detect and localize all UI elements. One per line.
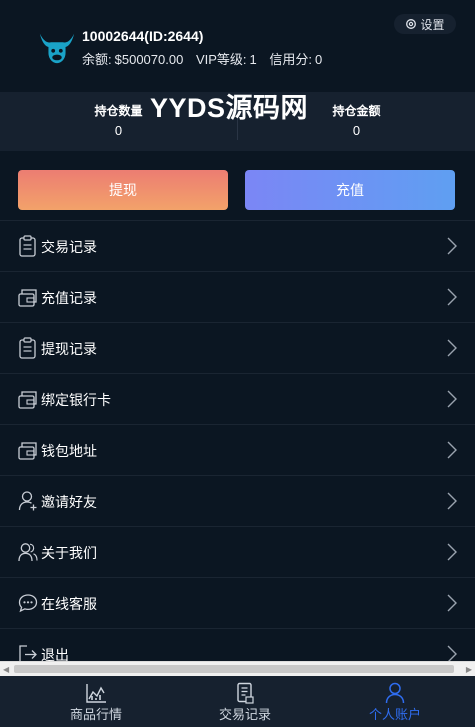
menu-item-recharge-records[interactable]: 充值记录	[0, 271, 475, 322]
settings-button[interactable]: 设置	[394, 14, 456, 34]
vip-value: 1	[249, 52, 257, 67]
tab-market[interactable]: 商品行情	[17, 676, 175, 727]
menu-item-trade-records[interactable]: 交易记录	[0, 220, 475, 271]
menu-item-logout[interactable]: 退出	[0, 628, 475, 661]
wallet-icon	[18, 442, 37, 460]
settings-label: 设置	[420, 17, 445, 32]
chat-icon	[18, 594, 38, 613]
users-icon	[18, 543, 38, 562]
scroll-right-icon[interactable]: ▶	[466, 665, 472, 674]
menu-item-about-us[interactable]: 关于我们	[0, 526, 475, 577]
chart-icon	[86, 684, 106, 703]
menu-item-bind-bank-card[interactable]: 绑定银行卡	[0, 373, 475, 424]
menu-item-label: 邀请好友	[41, 494, 97, 510]
clipboard-icon	[19, 235, 36, 257]
tab-personal-account[interactable]: 个人账户	[316, 676, 474, 727]
balance-label: 余额: $500070.00	[82, 52, 184, 67]
position-amount-value: 0	[352, 123, 361, 138]
balance-value: $500070.00	[114, 52, 184, 67]
menu-item-label: 提现记录	[41, 341, 97, 357]
bull-logo-icon	[39, 33, 75, 64]
wallet-icon	[18, 289, 37, 307]
menu-item-withdraw-records[interactable]: 提现记录	[0, 322, 475, 373]
user-add-icon	[18, 491, 37, 511]
chevron-right-icon	[447, 543, 457, 561]
account-header: 10002644(ID:2644) 余额: $500070.00 VIP等级: 1 …	[0, 0, 475, 92]
menu-item-label: 钱包地址	[41, 443, 97, 459]
withdraw-button[interactable]: 提现	[18, 170, 228, 210]
chevron-right-icon	[447, 594, 457, 612]
tab-trade-records[interactable]: 交易记录	[166, 676, 324, 727]
chevron-right-icon	[447, 339, 457, 357]
menu-item-label: 绑定银行卡	[41, 392, 111, 408]
horizontal-scrollbar[interactable]: ◀ ▶	[0, 661, 475, 676]
gear-icon	[406, 19, 417, 29]
menu-item-wallet-address[interactable]: 钱包地址	[0, 424, 475, 475]
watermark-text: YYDS源码网	[150, 93, 309, 123]
clipboard-icon	[19, 337, 36, 359]
person-icon	[385, 682, 405, 704]
menu-item-online-support[interactable]: 在线客服	[0, 577, 475, 628]
document-icon	[237, 682, 254, 704]
menu-item-label: 在线客服	[41, 596, 97, 612]
menu-item-invite-friends[interactable]: 邀请好友	[0, 475, 475, 526]
account-menu: 交易记录 充值记录 提现记录 绑定银行卡 钱包地址 邀请好友 关于我们 在线客服…	[0, 220, 475, 661]
credit-value: 0	[315, 52, 323, 67]
chevron-right-icon	[447, 645, 457, 661]
recharge-button[interactable]: 充值	[245, 170, 455, 210]
chevron-right-icon	[447, 441, 457, 459]
chevron-right-icon	[447, 237, 457, 255]
menu-item-label: 交易记录	[41, 239, 97, 255]
menu-item-label: 关于我们	[41, 545, 97, 561]
tab-label: 商品行情	[69, 707, 122, 722]
chevron-right-icon	[447, 390, 457, 408]
tab-label: 交易记录	[218, 707, 271, 722]
menu-item-label: 退出	[41, 647, 69, 661]
credit-score: 信用分: 0	[269, 52, 323, 67]
bottom-tab-bar: 商品行情 交易记录 个人账户	[0, 676, 475, 727]
action-row: 提现 充值	[0, 151, 475, 220]
user-meta: 余额: $500070.00 VIP等级: 1 信用分: 0	[82, 49, 331, 68]
tab-label: 个人账户	[368, 707, 421, 722]
menu-item-label: 充值记录	[41, 290, 97, 306]
user-id: 10002644(ID:2644)	[82, 28, 204, 44]
wallet-icon	[18, 391, 37, 409]
scrollbar-thumb[interactable]	[14, 665, 454, 673]
vip-level: VIP等级: 1	[195, 52, 257, 67]
chevron-right-icon	[447, 288, 457, 306]
position-quantity-value: 0	[114, 123, 123, 138]
chevron-right-icon	[447, 492, 457, 510]
logout-icon	[19, 645, 37, 661]
scroll-left-icon[interactable]: ◀	[3, 665, 9, 674]
